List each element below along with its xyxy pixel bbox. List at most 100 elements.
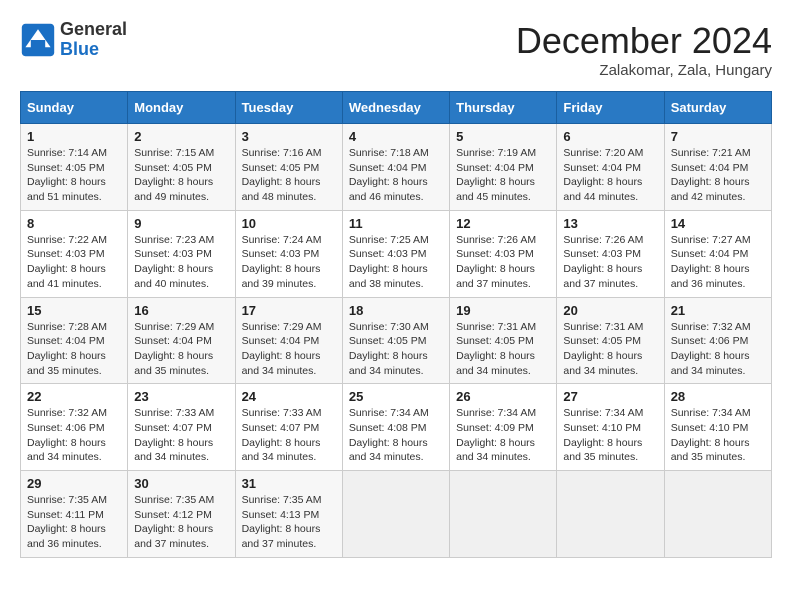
calendar-day-cell: 5 Sunrise: 7:19 AMSunset: 4:04 PMDaylight…: [450, 124, 557, 211]
day-number: 7: [671, 129, 765, 144]
calendar-day-cell: 29Sunrise: 7:35 AMSunset: 4:11 PMDayligh…: [21, 471, 128, 558]
day-info: Sunrise: 7:30 AMSunset: 4:05 PMDaylight:…: [349, 320, 443, 379]
calendar-day-cell: 12 Sunrise: 7:26 AMSunset: 4:03 PMDayligh…: [450, 210, 557, 297]
calendar-day-cell: 22Sunrise: 7:32 AMSunset: 4:06 PMDayligh…: [21, 384, 128, 471]
day-number: 20: [563, 303, 657, 318]
calendar-day-cell: 27 Sunrise: 7:34 AMSunset: 4:10 PMDayligh…: [557, 384, 664, 471]
calendar-day-cell: 2 Sunrise: 7:15 AMSunset: 4:05 PMDaylight…: [128, 124, 235, 211]
day-info: Sunrise: 7:33 AMSunset: 4:07 PMDaylight:…: [134, 406, 228, 465]
calendar-day-cell: 30 Sunrise: 7:35 AMSunset: 4:12 PMDayligh…: [128, 471, 235, 558]
day-info: Sunrise: 7:25 AMSunset: 4:03 PMDaylight:…: [349, 233, 443, 292]
day-number: 28: [671, 389, 765, 404]
day-info: Sunrise: 7:31 AMSunset: 4:05 PMDaylight:…: [456, 320, 550, 379]
day-number: 1: [27, 129, 121, 144]
calendar-day-cell: 6Sunrise: 7:20 AMSunset: 4:04 PMDaylight…: [557, 124, 664, 211]
day-number: 13: [563, 216, 657, 231]
day-number: 5: [456, 129, 550, 144]
day-info: Sunrise: 7:21 AMSunset: 4:04 PMDaylight:…: [671, 146, 765, 205]
calendar-day-cell: 15 Sunrise: 7:28 AMSunset: 4:04 PMDayligh…: [21, 297, 128, 384]
calendar-day-cell: 19 Sunrise: 7:31 AMSunset: 4:05 PMDayligh…: [450, 297, 557, 384]
calendar-day-cell: 28Sunrise: 7:34 AMSunset: 4:10 PMDayligh…: [664, 384, 771, 471]
weekday-header-cell: Saturday: [664, 92, 771, 124]
day-info: Sunrise: 7:22 AMSunset: 4:03 PMDaylight:…: [27, 233, 121, 292]
day-info: Sunrise: 7:18 AMSunset: 4:04 PMDaylight:…: [349, 146, 443, 205]
calendar-day-cell: 26 Sunrise: 7:34 AMSunset: 4:09 PMDayligh…: [450, 384, 557, 471]
day-number: 31: [242, 476, 336, 491]
day-info: Sunrise: 7:31 AMSunset: 4:05 PMDaylight:…: [563, 320, 657, 379]
weekday-header-cell: Tuesday: [235, 92, 342, 124]
day-number: 19: [456, 303, 550, 318]
day-info: Sunrise: 7:14 AMSunset: 4:05 PMDaylight:…: [27, 146, 121, 205]
day-info: Sunrise: 7:19 AMSunset: 4:04 PMDaylight:…: [456, 146, 550, 205]
calendar-day-cell: 7 Sunrise: 7:21 AMSunset: 4:04 PMDaylight…: [664, 124, 771, 211]
calendar-week-row: 1 Sunrise: 7:14 AMSunset: 4:05 PMDaylight…: [21, 124, 772, 211]
calendar-day-cell: 3 Sunrise: 7:16 AMSunset: 4:05 PMDaylight…: [235, 124, 342, 211]
day-info: Sunrise: 7:23 AMSunset: 4:03 PMDaylight:…: [134, 233, 228, 292]
logo-blue: Blue: [60, 40, 127, 60]
day-info: Sunrise: 7:35 AMSunset: 4:12 PMDaylight:…: [134, 493, 228, 552]
day-info: Sunrise: 7:32 AMSunset: 4:06 PMDaylight:…: [27, 406, 121, 465]
weekday-header-cell: Monday: [128, 92, 235, 124]
logo-general: General: [60, 20, 127, 40]
calendar-day-cell: 21 Sunrise: 7:32 AMSunset: 4:06 PMDayligh…: [664, 297, 771, 384]
calendar: SundayMondayTuesdayWednesdayThursdayFrid…: [20, 91, 772, 558]
day-number: 21: [671, 303, 765, 318]
day-number: 10: [242, 216, 336, 231]
day-info: Sunrise: 7:34 AMSunset: 4:09 PMDaylight:…: [456, 406, 550, 465]
day-number: 17: [242, 303, 336, 318]
day-number: 18: [349, 303, 443, 318]
day-info: Sunrise: 7:34 AMSunset: 4:08 PMDaylight:…: [349, 406, 443, 465]
calendar-day-cell: 18 Sunrise: 7:30 AMSunset: 4:05 PMDayligh…: [342, 297, 449, 384]
weekday-header-cell: Wednesday: [342, 92, 449, 124]
day-info: Sunrise: 7:26 AMSunset: 4:03 PMDaylight:…: [563, 233, 657, 292]
day-number: 12: [456, 216, 550, 231]
calendar-day-cell: [342, 471, 449, 558]
day-number: 16: [134, 303, 228, 318]
logo-icon: [20, 22, 56, 58]
day-info: Sunrise: 7:27 AMSunset: 4:04 PMDaylight:…: [671, 233, 765, 292]
calendar-day-cell: [664, 471, 771, 558]
day-number: 24: [242, 389, 336, 404]
day-info: Sunrise: 7:35 AMSunset: 4:13 PMDaylight:…: [242, 493, 336, 552]
day-number: 9: [134, 216, 228, 231]
day-number: 30: [134, 476, 228, 491]
day-number: 23: [134, 389, 228, 404]
weekday-header-cell: Sunday: [21, 92, 128, 124]
calendar-day-cell: 16 Sunrise: 7:29 AMSunset: 4:04 PMDayligh…: [128, 297, 235, 384]
day-info: Sunrise: 7:24 AMSunset: 4:03 PMDaylight:…: [242, 233, 336, 292]
calendar-day-cell: 10 Sunrise: 7:24 AMSunset: 4:03 PMDayligh…: [235, 210, 342, 297]
day-number: 15: [27, 303, 121, 318]
day-info: Sunrise: 7:16 AMSunset: 4:05 PMDaylight:…: [242, 146, 336, 205]
weekday-header-cell: Friday: [557, 92, 664, 124]
calendar-day-cell: [557, 471, 664, 558]
calendar-day-cell: 31 Sunrise: 7:35 AMSunset: 4:13 PMDayligh…: [235, 471, 342, 558]
calendar-day-cell: 20 Sunrise: 7:31 AMSunset: 4:05 PMDayligh…: [557, 297, 664, 384]
calendar-day-cell: 11 Sunrise: 7:25 AMSunset: 4:03 PMDayligh…: [342, 210, 449, 297]
day-number: 8: [27, 216, 121, 231]
day-info: Sunrise: 7:28 AMSunset: 4:04 PMDaylight:…: [27, 320, 121, 379]
day-info: Sunrise: 7:29 AMSunset: 4:04 PMDaylight:…: [134, 320, 228, 379]
calendar-week-row: 22Sunrise: 7:32 AMSunset: 4:06 PMDayligh…: [21, 384, 772, 471]
day-number: 11: [349, 216, 443, 231]
logo: General Blue: [20, 20, 127, 60]
month-title: December 2024: [516, 20, 772, 62]
calendar-week-row: 8 Sunrise: 7:22 AMSunset: 4:03 PMDaylight…: [21, 210, 772, 297]
day-number: 14: [671, 216, 765, 231]
weekday-header-row: SundayMondayTuesdayWednesdayThursdayFrid…: [21, 92, 772, 124]
calendar-day-cell: 13 Sunrise: 7:26 AMSunset: 4:03 PMDayligh…: [557, 210, 664, 297]
calendar-day-cell: [450, 471, 557, 558]
calendar-body: 1 Sunrise: 7:14 AMSunset: 4:05 PMDaylight…: [21, 124, 772, 558]
day-info: Sunrise: 7:35 AMSunset: 4:11 PMDaylight:…: [27, 493, 121, 552]
day-info: Sunrise: 7:29 AMSunset: 4:04 PMDaylight:…: [242, 320, 336, 379]
day-info: Sunrise: 7:15 AMSunset: 4:05 PMDaylight:…: [134, 146, 228, 205]
calendar-week-row: 29Sunrise: 7:35 AMSunset: 4:11 PMDayligh…: [21, 471, 772, 558]
day-info: Sunrise: 7:34 AMSunset: 4:10 PMDaylight:…: [563, 406, 657, 465]
day-info: Sunrise: 7:32 AMSunset: 4:06 PMDaylight:…: [671, 320, 765, 379]
day-number: 25: [349, 389, 443, 404]
day-number: 27: [563, 389, 657, 404]
day-info: Sunrise: 7:26 AMSunset: 4:03 PMDaylight:…: [456, 233, 550, 292]
day-number: 26: [456, 389, 550, 404]
calendar-day-cell: 23 Sunrise: 7:33 AMSunset: 4:07 PMDayligh…: [128, 384, 235, 471]
day-number: 3: [242, 129, 336, 144]
day-number: 2: [134, 129, 228, 144]
